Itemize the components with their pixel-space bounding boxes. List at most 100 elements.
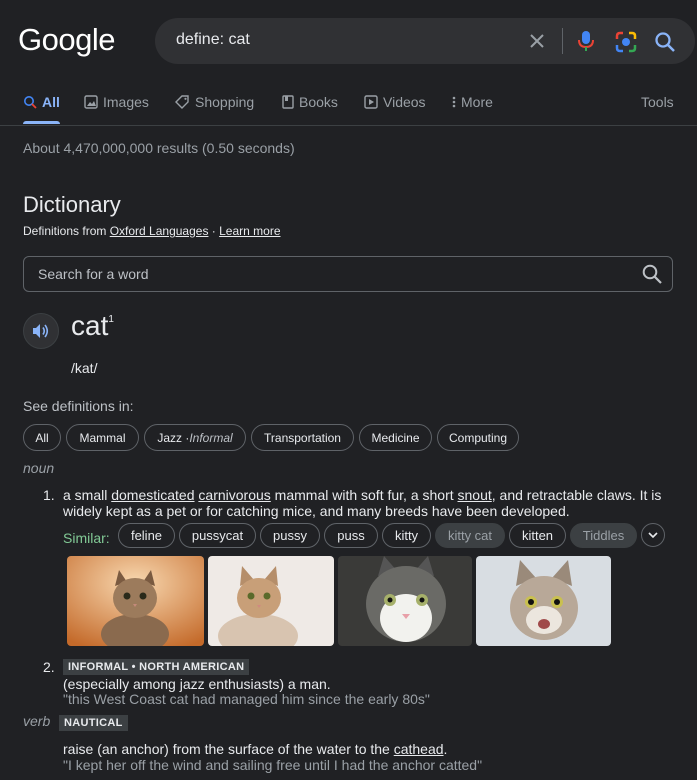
tab-label: More <box>461 94 493 110</box>
synonym-chip[interactable]: kitten <box>509 523 566 548</box>
active-tab-indicator <box>23 121 60 124</box>
speaker-icon <box>33 324 49 338</box>
source-prefix: Definitions from <box>23 224 110 238</box>
tab-label: Videos <box>383 94 426 110</box>
synonym-chip[interactable]: feline <box>118 523 175 548</box>
chip-label: Computing <box>448 430 508 445</box>
tab-books[interactable]: Books <box>282 94 338 110</box>
similar-label: Similar: <box>63 530 110 546</box>
synonym-label: Tiddles <box>582 528 625 543</box>
dictionary-source: Definitions from Oxford Languages · Lear… <box>23 224 281 238</box>
cat-photo <box>67 556 204 646</box>
tab-label: Books <box>299 94 338 110</box>
definition-number: 1. <box>43 487 55 503</box>
def-text: , and retractable claws. It is <box>491 487 662 503</box>
synonym-label: pussy <box>273 528 307 543</box>
dictionary-title: Dictionary <box>23 192 121 217</box>
headword-superscript: 1 <box>108 314 114 325</box>
link-snout[interactable]: snout <box>458 487 492 503</box>
more-vert-icon <box>452 96 456 108</box>
tools-button[interactable]: Tools <box>641 94 674 110</box>
synonym-chip[interactable]: pussy <box>260 523 320 548</box>
synonym-chip[interactable]: Tiddles <box>570 523 637 548</box>
chip-label: Mammal <box>79 430 126 445</box>
definition-1-line-1: a small domesticated carnivorous mammal … <box>63 487 673 503</box>
tab-label: All <box>42 94 60 110</box>
def-text: mammal with soft fur, a short <box>270 487 458 503</box>
domain-chip-transportation[interactable]: Transportation <box>251 424 354 451</box>
chip-label: All <box>35 430 49 445</box>
word-search-input[interactable]: Search for a word <box>38 266 149 282</box>
tab-shopping[interactable]: Shopping <box>175 94 254 110</box>
cat-photo <box>208 556 334 646</box>
domain-chip-all[interactable]: All <box>23 424 61 451</box>
def-text: . <box>443 741 448 757</box>
definition-1-line-2: widely kept as a pet or for catching mic… <box>63 503 570 519</box>
synonym-label: kitty cat <box>447 528 493 543</box>
lens-camera-icon[interactable] <box>614 30 638 54</box>
search-divider <box>562 28 563 54</box>
definition-2-text: (especially among jazz enthusiasts) a ma… <box>63 676 331 692</box>
search-tabs: All Images Shopping Books Videos More To… <box>0 90 697 126</box>
search-icon <box>24 96 37 109</box>
search-icon[interactable] <box>654 31 676 53</box>
synonym-chip[interactable]: puss <box>324 523 378 548</box>
domain-chip-medicine[interactable]: Medicine <box>359 424 432 451</box>
synonym-label: kitten <box>521 528 554 543</box>
usage-label: INFORMAL • NORTH AMERICAN <box>63 657 250 675</box>
link-carnivorous[interactable]: carnivorous <box>198 487 270 503</box>
headword: cat1 <box>71 310 114 342</box>
chevron-down-icon <box>648 532 658 539</box>
book-icon <box>282 95 294 109</box>
headword-text: cat <box>71 310 109 341</box>
cat-image-3[interactable] <box>338 556 472 646</box>
learn-more-link[interactable]: Learn more <box>219 224 280 238</box>
tab-all[interactable]: All <box>23 94 60 110</box>
verb-definition: raise (an anchor) from the surface of th… <box>63 741 447 757</box>
domain-chip-mammal[interactable]: Mammal <box>66 424 139 451</box>
search-icon[interactable] <box>641 263 663 285</box>
oxford-languages-link[interactable]: Oxford Languages <box>110 224 209 238</box>
verb-example: "I kept her off the wind and sailing fre… <box>63 757 483 773</box>
clear-icon[interactable] <box>528 32 546 50</box>
domain-chip-computing[interactable]: Computing <box>437 424 519 451</box>
synonym-chip[interactable]: pussycat <box>179 523 256 548</box>
domain-chip-jazz[interactable]: Jazz · Informal <box>144 424 246 451</box>
tools-label: Tools <box>641 94 674 110</box>
cat-image-2[interactable] <box>208 556 334 646</box>
chip-label: Jazz · <box>157 430 190 445</box>
cat-image-4[interactable] <box>476 556 611 646</box>
pronunciation: /kat/ <box>71 360 98 376</box>
google-logo[interactable]: Google <box>18 22 115 58</box>
tab-label: Images <box>103 94 149 110</box>
synonym-label: kitty <box>394 528 419 543</box>
synonym-chip[interactable]: kitty cat <box>435 523 505 548</box>
register-tag: INFORMAL • NORTH AMERICAN <box>63 659 250 675</box>
tab-videos[interactable]: Videos <box>364 94 426 110</box>
usage-label: NAUTICAL <box>59 713 128 731</box>
def-text: raise (an anchor) from the surface of th… <box>63 741 394 757</box>
source-sep: · <box>208 224 220 238</box>
tab-images[interactable]: Images <box>84 94 149 110</box>
synonym-label: pussycat <box>191 528 244 543</box>
link-cathead[interactable]: cathead <box>394 741 444 757</box>
definition-2-example: "this West Coast cat had managed him sin… <box>63 691 430 707</box>
tab-more[interactable]: More <box>452 94 493 110</box>
microphone-icon[interactable] <box>576 30 596 52</box>
search-input[interactable]: define: cat <box>176 31 250 49</box>
see-definitions-label: See definitions in: <box>23 398 134 414</box>
definition-number: 2. <box>43 659 55 675</box>
expand-synonyms-button[interactable] <box>641 523 665 547</box>
link-domesticated[interactable]: domesticated <box>111 487 194 503</box>
synonym-chip[interactable]: kitty <box>382 523 431 548</box>
image-icon <box>84 95 98 109</box>
result-stats: About 4,470,000,000 results (0.50 second… <box>23 140 295 156</box>
synonym-label: puss <box>337 528 365 543</box>
chip-label: Transportation <box>264 430 341 445</box>
chip-label: Medicine <box>371 430 420 445</box>
tag-icon <box>175 94 189 109</box>
header-divider <box>0 125 697 126</box>
pronunciation-button[interactable] <box>23 313 59 349</box>
cat-image-1[interactable] <box>67 556 204 646</box>
register-tag: NAUTICAL <box>59 715 128 731</box>
